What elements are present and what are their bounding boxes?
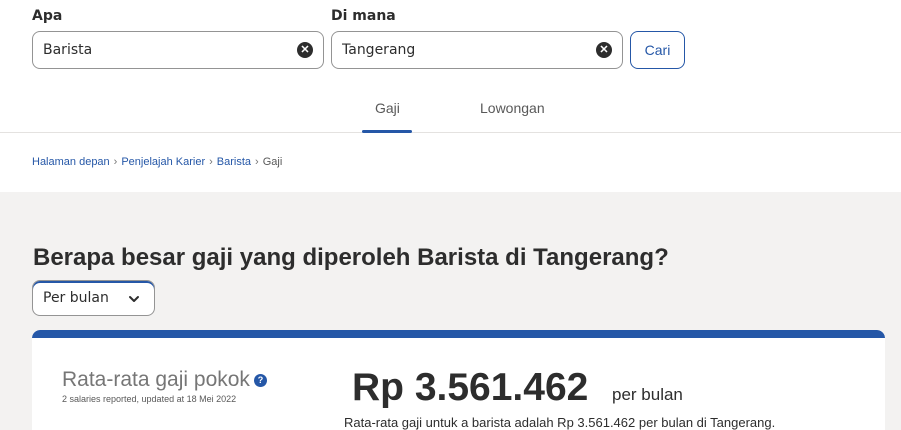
help-icon[interactable]: ? (253, 373, 267, 387)
salaries-reported-note: 2 salaries reported, updated at 18 Mei 2… (62, 394, 237, 404)
period-select[interactable]: Per bulan (32, 280, 155, 316)
salary-description: Rata-rata gaji untuk a barista adalah Rp… (344, 415, 776, 430)
tab-gaji[interactable]: Gaji (375, 100, 400, 116)
what-field[interactable]: ✕ (32, 31, 324, 69)
breadcrumb-current: Gaji (262, 156, 283, 168)
where-label: Di mana (331, 8, 396, 24)
breadcrumb-home[interactable]: Halaman depan (32, 156, 110, 168)
search-button[interactable]: Cari (630, 31, 685, 69)
period-select-value: Per bulan (43, 290, 109, 306)
clear-what-icon[interactable]: ✕ (297, 42, 313, 58)
card-accent-bar (32, 330, 885, 338)
clear-where-icon[interactable]: ✕ (596, 42, 612, 58)
salary-amount: Rp 3.561.462 (352, 366, 589, 409)
chevron-down-icon (129, 296, 139, 302)
breadcrumb-barista[interactable]: Barista (217, 156, 251, 168)
breadcrumb: Halaman depan › Penjelajah Karier › Barista ›… (32, 156, 282, 168)
salary-card: Rata-rata gaji pokok? 2 salaries reporte… (32, 330, 885, 430)
where-input[interactable] (342, 32, 582, 68)
tab-bar: Gaji Lowongan (0, 88, 901, 133)
tab-lowongan[interactable]: Lowongan (480, 100, 545, 116)
breadcrumb-career-explorer[interactable]: Penjelajah Karier (121, 156, 205, 168)
what-label: Apa (32, 8, 63, 24)
salary-period: per bulan (612, 385, 683, 404)
card-title-text: Rata-rata gaji pokok (62, 368, 250, 391)
page-title: Berapa besar gaji yang diperoleh Barista… (33, 244, 669, 271)
breadcrumb-separator: › (209, 156, 213, 168)
what-input[interactable] (43, 32, 283, 68)
breadcrumb-separator: › (113, 156, 118, 168)
breadcrumb-separator: › (255, 156, 259, 168)
tab-active-indicator (362, 130, 412, 133)
average-base-salary-title: Rata-rata gaji pokok? (62, 368, 267, 392)
where-field[interactable]: ✕ (331, 31, 623, 69)
